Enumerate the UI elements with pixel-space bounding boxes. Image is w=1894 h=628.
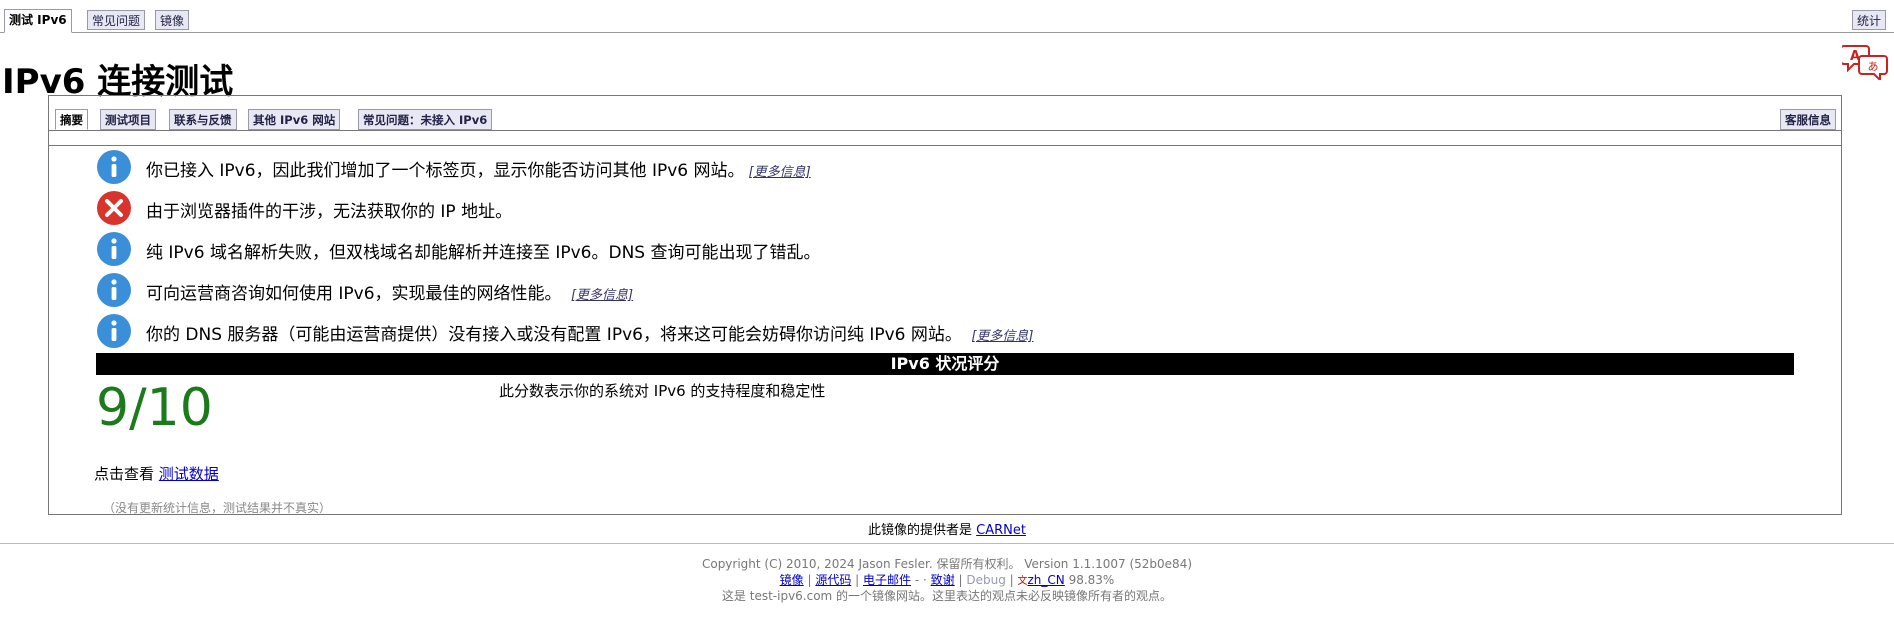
tab-faq[interactable]: 常见问题: [87, 10, 146, 30]
mirror-disclaimer: 这是 test-ipv6.com 的一个镜像网站。这里表达的观点未必反映镜像所有…: [721, 589, 1173, 603]
score-header: IPv6 状况评分: [96, 353, 1794, 375]
subtab-contact[interactable]: 联系与反馈: [169, 109, 237, 130]
message-text: 你已接入 IPv6，因此我们增加了一个标签页，显示你能否访问其他 IPv6 网站…: [146, 161, 745, 181]
footer-email-link[interactable]: 电子邮件: [863, 573, 911, 587]
subtab-tests[interactable]: 测试项目: [100, 109, 156, 130]
footer-thanks-link[interactable]: 致谢: [931, 573, 955, 587]
mirror-provider-line: 此镜像的提供者是 CARNet: [0, 519, 1894, 538]
info-icon: [97, 150, 131, 184]
sub-tab-bar: 摘要 测试项目 联系与反馈 其他 IPv6 网站 常见问题：未接入 IPv6 客…: [49, 96, 1841, 146]
translation-percent: 98.83%: [1068, 573, 1115, 587]
translate-icon[interactable]: A あ: [1842, 44, 1888, 80]
tab-test-ipv6[interactable]: 测试 IPv6: [4, 9, 72, 33]
more-info-link[interactable]: [更多信息]: [971, 329, 1033, 344]
view-prefix: 点击查看: [94, 465, 155, 483]
message-row: 你的 DNS 服务器（可能由运营商提供）没有接入或没有配置 IPv6，将来这可能…: [96, 310, 1796, 350]
footer-debug-link[interactable]: Debug: [966, 573, 1005, 587]
footer-locale-link[interactable]: zh_CN: [1027, 573, 1064, 587]
message-row: 你已接入 IPv6，因此我们增加了一个标签页，显示你能否访问其他 IPv6 网站…: [96, 146, 1796, 186]
tab-stats[interactable]: 统计: [1852, 10, 1887, 30]
view-results-line: 点击查看 测试数据: [94, 463, 219, 484]
score-value: 9/10: [96, 378, 213, 438]
message-row: 纯 IPv6 域名解析失败，但双栈域名却能解析并连接至 IPv6。DNS 查询可…: [96, 228, 1796, 268]
message-text: 你的 DNS 服务器（可能由运营商提供）没有接入或没有配置 IPv6，将来这可能…: [146, 325, 962, 345]
svg-text:あ: あ: [1868, 60, 1879, 73]
message-text: 纯 IPv6 域名解析失败，但双栈域名却能解析并连接至 IPv6。DNS 查询可…: [146, 243, 821, 263]
mirror-prefix: 此镜像的提供者是: [868, 523, 973, 538]
subtab-help-info[interactable]: 客服信息: [1780, 109, 1836, 130]
test-data-link[interactable]: 测试数据: [159, 465, 219, 483]
tab-mirrors[interactable]: 镜像: [155, 10, 190, 30]
score-description: 此分数表示你的系统对 IPv6 的支持程度和稳定性: [499, 382, 826, 400]
copyright: Copyright (C) 2010, 2024 Jason Fesler. 保…: [701, 557, 1193, 571]
top-tab-bar: 测试 IPv6 常见问题 镜像 统计: [0, 0, 1894, 33]
footer-dash: -: [914, 573, 920, 587]
language-flag-icon: 文: [1017, 576, 1028, 587]
message-text: 由于浏览器插件的干涉，无法获取你的 IP 地址。: [146, 202, 513, 222]
message-row: 可向运营商咨询如何使用 IPv6，实现最佳的网络性能。 [更多信息]: [96, 269, 1796, 309]
subtab-summary[interactable]: 摘要: [55, 109, 88, 130]
subtab-other-sites[interactable]: 其他 IPv6 网站: [248, 109, 341, 130]
info-icon: [97, 314, 131, 348]
more-info-link[interactable]: [更多信息]: [571, 288, 633, 303]
error-icon: [97, 191, 131, 225]
footer-mirrors-link[interactable]: 镜像: [780, 573, 804, 587]
stale-stats-note: （没有更新统计信息，测试结果并不真实）: [103, 501, 332, 515]
more-info-link[interactable]: [更多信息]: [749, 165, 811, 180]
info-icon: [97, 273, 131, 307]
info-icon: [97, 232, 131, 266]
message-text: 可向运营商咨询如何使用 IPv6，实现最佳的网络性能。: [146, 284, 562, 304]
mirror-provider-link[interactable]: CARNet: [976, 523, 1026, 538]
message-row: 由于浏览器插件的干涉，无法获取你的 IP 地址。: [96, 187, 1796, 227]
footer-source-link[interactable]: 源代码: [815, 573, 851, 587]
footer-divider: [0, 543, 1894, 544]
subtab-faq-no-ipv6[interactable]: 常见问题：未接入 IPv6: [358, 109, 493, 130]
footer-links: 镜像 | 源代码 | 电子邮件 - · 致谢 | Debug | 文zh_CN …: [779, 573, 1115, 587]
